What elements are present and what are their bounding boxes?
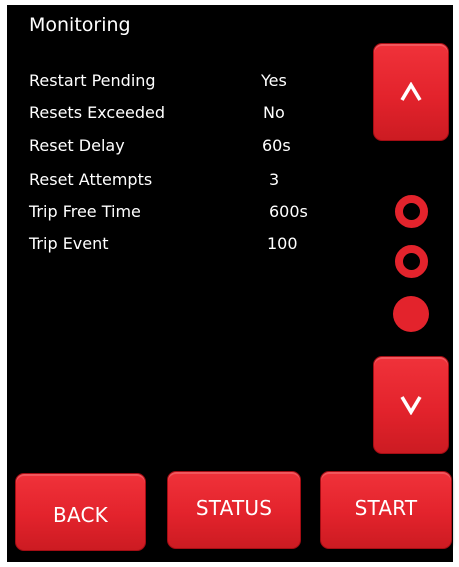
param-value: 3 [269,170,280,189]
param-value: 100 [267,234,298,253]
param-value: 600s [269,202,308,221]
param-value: 60s [262,136,291,155]
param-row-restart-pending: Restart Pending Yes [7,69,367,93]
param-row-reset-delay: Reset Delay 60s [7,134,367,158]
param-label: Trip Event [29,234,109,253]
chevron-up-icon [400,82,422,101]
back-button[interactable]: BACK [15,473,146,551]
param-label: Resets Exceeded [29,103,166,122]
status-button-label: STATUS [195,496,273,520]
scroll-down-button[interactable] [373,356,449,454]
param-value: Yes [261,71,287,90]
chevron-down-icon [400,396,422,415]
param-row-reset-attempts: Reset Attempts 3 [7,168,367,192]
page-indicator-dot-1 [395,195,428,228]
monitoring-screen: Monitoring Restart Pending Yes Resets Ex… [7,5,453,562]
param-label: Reset Delay [29,136,125,155]
page-title: Monitoring [29,14,131,36]
page-indicator-dot-3-active [393,296,429,332]
param-row-resets-exceeded: Resets Exceeded No [7,101,367,125]
param-value: No [263,103,285,122]
param-label: Trip Free Time [29,202,141,221]
param-row-trip-event: Trip Event 100 [7,232,367,256]
scroll-up-button[interactable] [373,43,449,141]
start-button[interactable]: START [320,471,452,549]
param-label: Reset Attempts [29,170,153,189]
param-row-trip-free-time: Trip Free Time 600s [7,200,367,224]
back-button-label: BACK [53,503,108,527]
status-button[interactable]: STATUS [167,471,301,549]
page-indicator-dot-2 [395,245,428,278]
param-label: Restart Pending [29,71,156,90]
start-button-label: START [354,496,418,520]
